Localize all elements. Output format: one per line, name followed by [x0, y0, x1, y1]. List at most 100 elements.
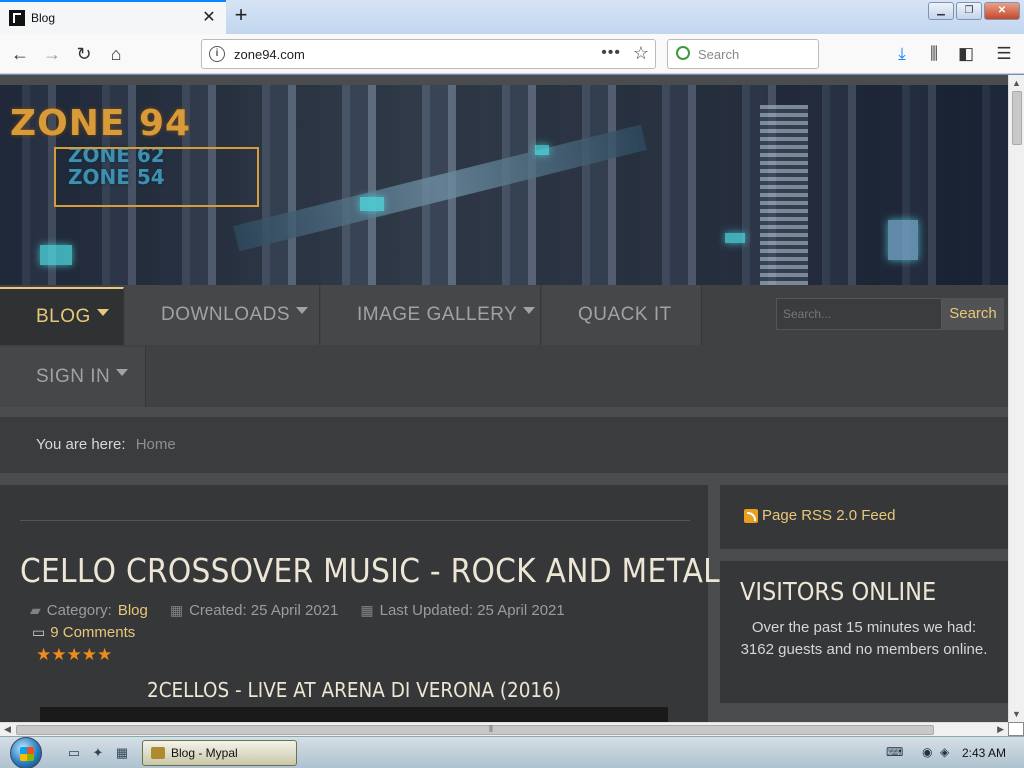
- caret-down-icon: [96, 309, 109, 316]
- library-icon[interactable]: ⫼: [920, 40, 948, 68]
- scrollbar-corner: [1008, 722, 1024, 736]
- tab-title: Blog: [31, 11, 56, 25]
- mypal-quicklaunch-icon[interactable]: ✦: [90, 745, 106, 761]
- comments-link[interactable]: ▭ 9 Comments: [32, 624, 135, 641]
- article-title: CELLO CROSSOVER MUSIC - ROCK AND METAL: [20, 551, 721, 590]
- comment-icon: ▭: [32, 624, 46, 640]
- vertical-scroll-thumb[interactable]: [1012, 91, 1022, 145]
- breadcrumb-label: You are here:: [36, 436, 126, 453]
- divider: [20, 520, 690, 521]
- start-button[interactable]: [10, 737, 42, 768]
- os-taskbar: ▭ ✦ ▦ Blog - Mypal ⌨ ◉ ◈ 2:43 AM: [0, 736, 1024, 768]
- minimize-button[interactable]: ▁: [928, 2, 954, 20]
- meta-updated: ▦ Last Updated: 25 April 2021: [360, 602, 564, 619]
- browser-search-placeholder: Search: [698, 47, 740, 62]
- scroll-up-icon[interactable]: ▲: [1012, 78, 1021, 88]
- folder-icon: ▰: [30, 602, 41, 618]
- mypal-app-icon: [151, 747, 165, 759]
- banner-light: [40, 245, 72, 265]
- visitors-panel: VISITORS ONLINE Over the past 15 minutes…: [720, 561, 1008, 703]
- article-meta: ▰ Category: Blog ▦ Created: 25 April 202…: [30, 602, 565, 619]
- rss-panel: Page RSS 2.0 Feed: [720, 485, 1008, 549]
- category-link[interactable]: Blog: [118, 602, 148, 619]
- nav-image-gallery-label: IMAGE GALLERY: [357, 304, 518, 325]
- site-banner: ZONE 94 ZONE 62 ZONE 54: [0, 85, 1008, 285]
- site-search-input[interactable]: Search...: [776, 298, 942, 330]
- horizontal-scrollbar[interactable]: ◀ ⦀ ▶: [0, 722, 1008, 736]
- vertical-scrollbar[interactable]: ▲ ▼: [1008, 75, 1024, 722]
- banner-light: [725, 233, 745, 243]
- volume-tray-icon[interactable]: ◈: [940, 745, 949, 759]
- calendar-icon: ▦: [360, 602, 374, 618]
- visitors-title: VISITORS ONLINE: [740, 577, 937, 606]
- tab-strip: Blog ✕ + ▁ ❐ ✕: [0, 0, 1024, 34]
- search-engine-icon: [676, 46, 690, 60]
- rss-feed-link[interactable]: Page RSS 2.0 Feed: [744, 507, 895, 524]
- nav-quack-it-label: QUACK IT: [578, 304, 672, 325]
- scroll-right-icon[interactable]: ▶: [997, 724, 1004, 735]
- horizontal-scroll-thumb[interactable]: ⦀: [16, 724, 934, 735]
- nav-image-gallery[interactable]: IMAGE GALLERY: [321, 285, 541, 345]
- keyboard-tray-icon[interactable]: ⌨: [886, 745, 903, 759]
- browser-search-input[interactable]: Search: [667, 39, 819, 69]
- bookmark-star-icon[interactable]: ☆: [633, 43, 649, 64]
- home-icon[interactable]: ⌂: [102, 40, 130, 68]
- sidebar-icon[interactable]: ◧: [952, 40, 980, 68]
- scroll-down-icon[interactable]: ▼: [1012, 709, 1021, 719]
- nav-sign-in[interactable]: SIGN IN: [0, 347, 146, 407]
- caret-down-icon: [296, 307, 309, 314]
- updated-date: Last Updated: 25 April 2021: [379, 602, 565, 619]
- page-actions-icon[interactable]: •••: [601, 44, 621, 62]
- media-quicklaunch-icon[interactable]: ▦: [114, 745, 130, 761]
- network-tray-icon[interactable]: ◉: [922, 745, 932, 759]
- browser-toolbar: ← → ↻ ⌂ i zone94.com ••• ☆ Search ⤓ ⫼ ◧ …: [0, 34, 1024, 74]
- comments-count[interactable]: 9 Comments: [50, 624, 135, 641]
- video-embed[interactable]: [40, 707, 668, 722]
- caret-down-icon: [523, 307, 536, 314]
- nav-downloads[interactable]: DOWNLOADS: [125, 285, 320, 345]
- url-text[interactable]: zone94.com: [234, 47, 305, 62]
- url-bar[interactable]: i zone94.com ••• ☆: [201, 39, 656, 69]
- meta-category: ▰ Category: Blog: [30, 602, 148, 619]
- banner-light: [360, 197, 384, 211]
- reload-icon[interactable]: ↻: [70, 40, 98, 68]
- visitors-text: Over the past 15 minutes we had: 3162 gu…: [740, 619, 988, 658]
- taskbar-window-button[interactable]: Blog - Mypal: [142, 740, 297, 766]
- site-favicon-icon: [9, 10, 25, 26]
- new-tab-button[interactable]: +: [230, 4, 252, 27]
- back-icon[interactable]: ←: [6, 40, 34, 68]
- nav-quack-it[interactable]: QUACK IT: [542, 285, 702, 345]
- article-subtitle: 2CELLOS - LIVE AT ARENA DI VERONA (2016): [146, 678, 562, 702]
- tab-blog[interactable]: Blog ✕: [0, 0, 226, 34]
- grip-icon: ⦀: [489, 724, 493, 734]
- rss-icon: [744, 508, 758, 523]
- breadcrumb: You are here: Home: [0, 417, 1008, 473]
- main-navigation: BLOG DOWNLOADS IMAGE GALLERY QUACK IT SI…: [0, 285, 1008, 407]
- maximize-button[interactable]: ❐: [956, 2, 982, 20]
- download-icon[interactable]: ⤓: [888, 40, 916, 68]
- breadcrumb-home-link[interactable]: Home: [136, 436, 176, 453]
- calendar-icon: ▦: [169, 602, 184, 618]
- nav-blog-label: BLOG: [36, 306, 91, 327]
- system-clock[interactable]: 2:43 AM: [962, 746, 1006, 760]
- nav-sign-in-label: SIGN IN: [36, 366, 111, 387]
- logo-main-text: ZONE 94: [10, 103, 192, 144]
- menu-icon[interactable]: ☰: [990, 40, 1018, 68]
- site-logo[interactable]: ZONE 94 ZONE 62 ZONE 54: [10, 103, 259, 207]
- category-label: Category:: [46, 602, 112, 619]
- scroll-left-icon[interactable]: ◀: [4, 724, 11, 735]
- forward-icon[interactable]: →: [38, 40, 66, 68]
- meta-created: ▦ Created: 25 April 2021: [170, 602, 339, 619]
- logo-frame: [54, 147, 259, 207]
- nav-downloads-label: DOWNLOADS: [161, 304, 291, 325]
- taskbar-window-label: Blog - Mypal: [171, 746, 238, 760]
- site-search-button[interactable]: Search: [942, 298, 1004, 330]
- close-window-button[interactable]: ✕: [984, 2, 1020, 20]
- tab-close-icon[interactable]: ✕: [198, 7, 220, 29]
- rss-feed-label[interactable]: Page RSS 2.0 Feed: [762, 507, 895, 524]
- article-panel: CELLO CROSSOVER MUSIC - ROCK AND METAL ▰…: [0, 485, 720, 722]
- info-icon[interactable]: i: [209, 46, 225, 62]
- nav-blog[interactable]: BLOG: [0, 287, 124, 345]
- rating-stars[interactable]: ★★★★★: [36, 645, 112, 665]
- show-desktop-icon[interactable]: ▭: [66, 745, 82, 761]
